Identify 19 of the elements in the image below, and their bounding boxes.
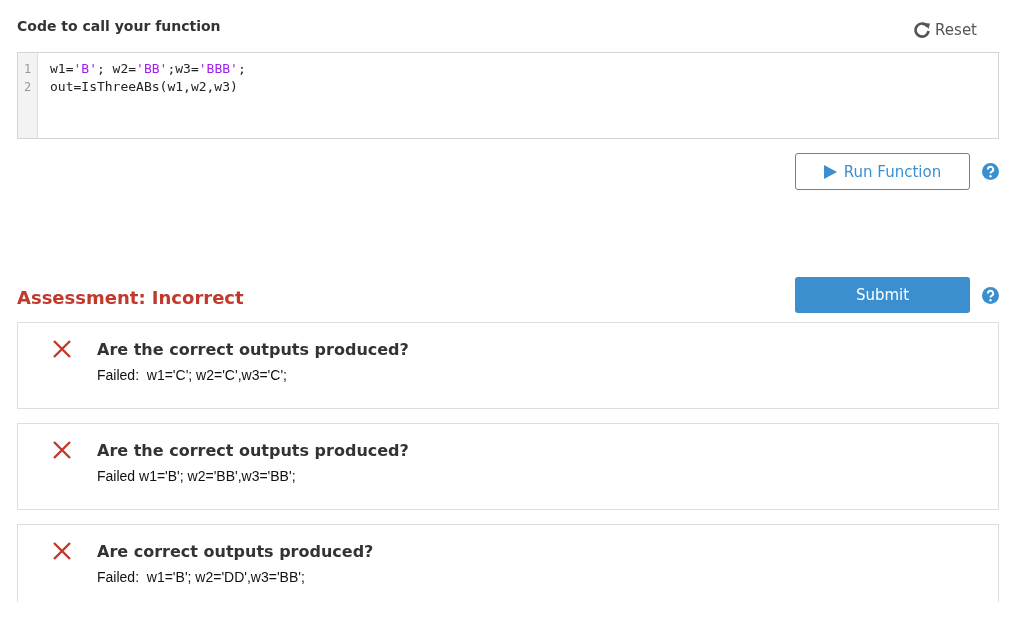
help-icon[interactable] <box>982 163 999 180</box>
check-question: Are correct outputs produced? <box>97 542 374 561</box>
code-line: w1='B'; w2='BB';w3='BBB'; <box>50 60 246 78</box>
reset-button[interactable]: Reset <box>913 21 999 39</box>
check-question: Are the correct outputs produced? <box>97 441 409 460</box>
reset-icon <box>913 21 932 39</box>
code-editor[interactable]: 1 2 w1='B'; w2='BB';w3='BBB'; out=IsThreeABs(w1,w2,w3) <box>17 52 999 139</box>
run-function-button[interactable]: Run Function <box>795 153 970 190</box>
failure-detail: Failed w1='B'; w2='BB',w3='BB'; <box>97 468 297 484</box>
assessment-heading: Assessment: Incorrect <box>17 286 244 308</box>
failure-detail: Failed: w1='B'; w2='DD',w3='BB'; <box>97 569 306 585</box>
line-number: 1 <box>23 61 32 78</box>
check-question: Are the correct outputs produced? <box>97 340 409 359</box>
play-icon <box>823 164 837 179</box>
failure-detail: Failed: w1='C'; w2='C',w3='C'; <box>97 367 288 383</box>
help-icon[interactable] <box>982 286 999 304</box>
line-number: 2 <box>23 79 32 96</box>
code-line: out=IsThreeABs(w1,w2,w3) <box>50 78 239 96</box>
section-title: Code to call your function <box>17 18 221 34</box>
